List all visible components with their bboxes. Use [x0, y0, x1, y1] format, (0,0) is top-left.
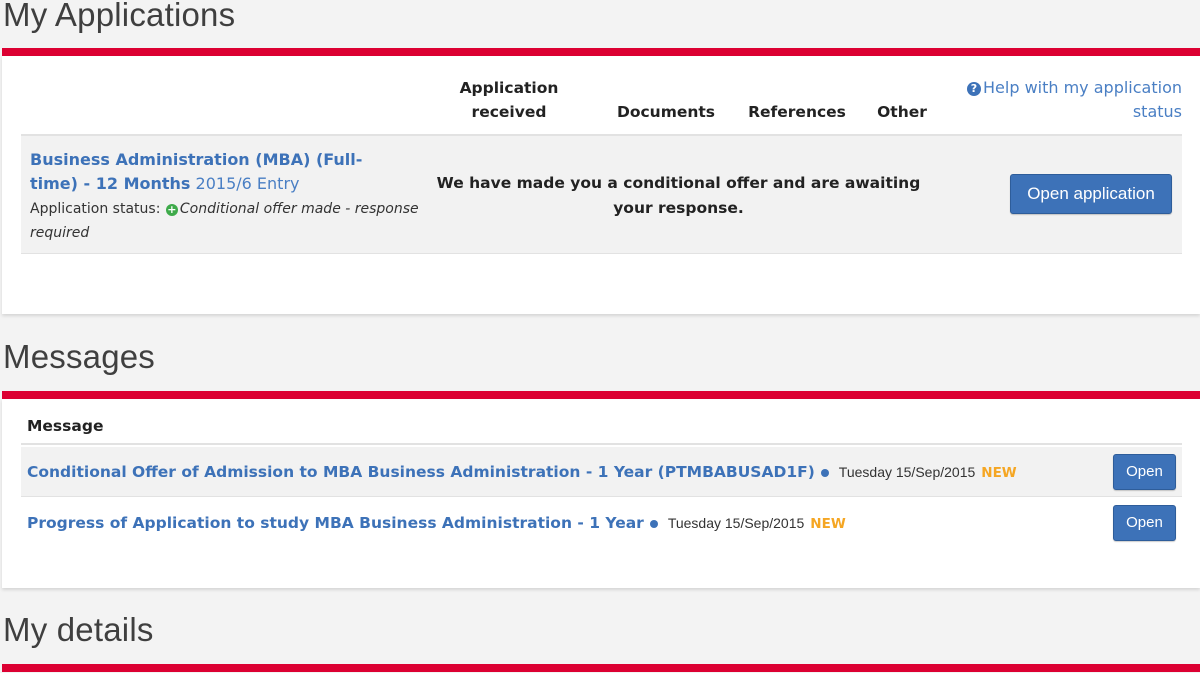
application-row: Business Administration (MBA) (Full-time… [21, 136, 1182, 254]
application-status-message: We have made you a conditional offer and… [436, 174, 921, 217]
application-entry: 2015/6 Entry [195, 174, 300, 193]
application-status: Application status: + Conditional offer m… [30, 201, 419, 241]
my-applications-heading: My Applications [3, 0, 236, 33]
column-application-received: Application received [459, 79, 559, 121]
column-references: References [748, 103, 846, 121]
new-badge: NEW [810, 516, 846, 532]
application-course: Business Administration (MBA) (Full-time… [30, 148, 410, 196]
my-details-heading: My details [3, 611, 154, 648]
applications-table-header: Application received Documents Reference… [21, 56, 1182, 136]
message-date: Tuesday 15/Sep/2015 [667, 515, 805, 531]
message-row: Progress of Application to study MBA Bus… [21, 498, 1182, 548]
messages-table-header: Message [21, 411, 1182, 445]
message-row: Conditional Offer of Admission to MBA Bu… [21, 447, 1182, 497]
new-badge: NEW [981, 465, 1017, 481]
open-application-button[interactable]: Open application [1010, 174, 1172, 214]
message-subject-link[interactable]: Conditional Offer of Admission to MBA Bu… [27, 463, 815, 481]
applications-panel: Application received Documents Reference… [2, 56, 1200, 314]
message-date: Tuesday 15/Sep/2015 [838, 464, 976, 480]
unread-dot-icon [820, 469, 829, 477]
column-other: Other [877, 103, 927, 121]
unread-dot-icon [649, 520, 658, 528]
column-documents: Documents [616, 103, 716, 121]
open-message-button[interactable]: Open [1113, 454, 1176, 490]
open-message-button[interactable]: Open [1113, 505, 1176, 541]
section-divider [2, 664, 1200, 672]
section-divider [2, 391, 1200, 399]
help-application-status-link[interactable]: ? Help with my application status [952, 76, 1182, 124]
plus-circle-icon: + [165, 203, 178, 216]
messages-heading: Messages [3, 338, 156, 375]
question-circle-icon: ? [967, 82, 981, 96]
message-subject-link[interactable]: Progress of Application to study MBA Bus… [27, 514, 644, 532]
section-divider [2, 48, 1200, 56]
messages-panel: Message Conditional Offer of Admission t… [2, 399, 1200, 588]
